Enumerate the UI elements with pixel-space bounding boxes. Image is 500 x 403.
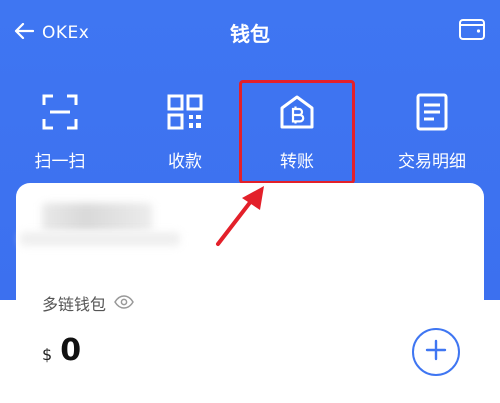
wallet-icon	[458, 19, 486, 46]
scan-icon	[40, 92, 80, 136]
document-list-icon	[412, 92, 452, 136]
receive-label: 收款	[168, 152, 202, 172]
scan-action[interactable]: 扫一扫	[5, 92, 115, 172]
blurred-account-name	[42, 203, 152, 231]
transaction-records-action[interactable]: 交易明细	[377, 92, 487, 172]
blurred-account-detail	[20, 232, 180, 246]
scan-label: 扫一扫	[34, 152, 86, 172]
pointer-arrow-icon	[208, 182, 278, 256]
transfer-highlight-box	[239, 80, 355, 184]
eye-icon[interactable]	[114, 294, 134, 313]
balance-row: $ 0	[42, 333, 81, 368]
plus-icon	[425, 339, 447, 365]
receive-action[interactable]: 收款	[130, 92, 240, 172]
page-title: 钱包	[230, 22, 270, 46]
wallet-button[interactable]	[458, 16, 486, 46]
wallet-name: 多链钱包	[42, 295, 107, 314]
balance-amount: 0	[60, 333, 82, 368]
add-button[interactable]	[412, 328, 460, 376]
qr-code-icon	[165, 92, 205, 136]
wallet-name-row: 多链钱包	[42, 291, 134, 315]
transaction-records-label: 交易明细	[398, 152, 466, 172]
currency-symbol: $	[42, 345, 53, 364]
